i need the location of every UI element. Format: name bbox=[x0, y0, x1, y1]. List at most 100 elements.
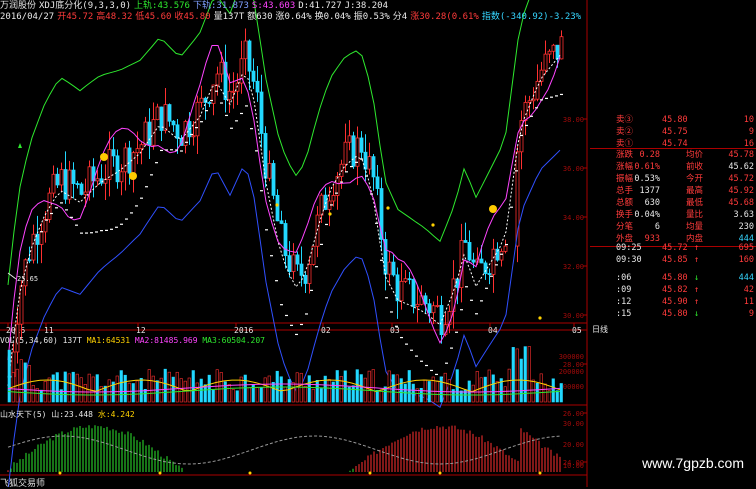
panel-separator bbox=[590, 148, 756, 149]
candle-body bbox=[199, 97, 204, 103]
candle-body bbox=[243, 40, 248, 60]
ask-row: 卖② 45.75 9 bbox=[590, 127, 756, 138]
tick-price: 45.90 bbox=[662, 297, 688, 307]
indicator-label: 山水天下(5) bbox=[0, 410, 47, 419]
stat-value: 45.78 bbox=[728, 150, 754, 160]
ask-label: 卖③ bbox=[616, 115, 634, 125]
stat-value: 45.62 bbox=[728, 162, 754, 172]
candle-body bbox=[55, 173, 60, 186]
candle-body bbox=[31, 233, 36, 261]
header-field: 2016/04/27 bbox=[0, 12, 55, 22]
price-axis-label: 32.00 bbox=[563, 263, 584, 271]
header-field: 下轨:31.873 bbox=[192, 1, 249, 11]
volume-bar bbox=[211, 389, 215, 403]
candle-body bbox=[251, 70, 256, 82]
candle-body bbox=[307, 264, 312, 284]
volume-bar bbox=[247, 387, 251, 403]
stat-label: 最低 bbox=[686, 198, 704, 208]
stat-label: 换手 bbox=[616, 210, 634, 220]
volume-bar bbox=[27, 365, 31, 403]
volume-bar bbox=[303, 385, 307, 403]
tick-volume: 11 bbox=[743, 297, 754, 307]
price-axis-label: 36.00 bbox=[563, 165, 584, 173]
candle-body bbox=[59, 169, 64, 186]
header-field: 额630 bbox=[247, 12, 273, 22]
stat-row: 总手 1377 最高 45.92 bbox=[590, 186, 756, 197]
stat-label: 今开 bbox=[686, 174, 704, 184]
candle-body bbox=[115, 155, 120, 183]
candle-body bbox=[387, 261, 392, 275]
header-field: 量137T bbox=[213, 12, 245, 22]
header-field: 分4 bbox=[392, 12, 408, 22]
candle-body bbox=[107, 149, 112, 180]
volume-bar bbox=[31, 385, 35, 403]
candle-body bbox=[463, 240, 468, 243]
stat-value: 630 bbox=[644, 198, 660, 208]
volume-bar bbox=[219, 372, 223, 403]
volume-bar bbox=[395, 374, 399, 403]
candle-body bbox=[171, 120, 176, 126]
volume-bar bbox=[439, 376, 443, 403]
signal-dot bbox=[275, 203, 279, 207]
volume-bar bbox=[231, 389, 235, 403]
stat-row: 分笔 6 均量 230 bbox=[590, 222, 756, 233]
header-field: 开45.72 bbox=[57, 12, 94, 22]
date-axis-label: 04 bbox=[488, 326, 498, 335]
candle-body bbox=[343, 141, 348, 165]
volume-bar bbox=[283, 386, 287, 403]
candle-body bbox=[231, 90, 236, 93]
candle-body bbox=[191, 135, 196, 138]
indicator-shui: 水:4.242 bbox=[97, 410, 135, 419]
signal-dot bbox=[158, 471, 162, 475]
header-field: 换0.04% bbox=[314, 12, 351, 22]
volume-bar bbox=[115, 375, 119, 403]
volume-bar bbox=[63, 371, 67, 403]
candle-body bbox=[123, 147, 128, 173]
volume-bar bbox=[555, 390, 559, 403]
tick-price: 45.72 bbox=[662, 243, 688, 253]
volume-bar bbox=[475, 371, 479, 403]
candle-body bbox=[287, 255, 292, 272]
stat-label: 量比 bbox=[686, 210, 704, 220]
up-arrow-icon bbox=[18, 143, 22, 148]
volume-bar bbox=[139, 377, 143, 403]
volume-bar bbox=[195, 382, 199, 403]
header-field: 涨30.28(0.61% bbox=[410, 12, 479, 22]
stat-label: 总手 bbox=[616, 186, 634, 196]
candle-body bbox=[19, 285, 24, 325]
header-field: 收45.80 bbox=[174, 12, 211, 22]
candle-body bbox=[255, 80, 260, 93]
stat-label: 均量 bbox=[686, 222, 704, 232]
stat-value: 3.63 bbox=[733, 210, 754, 220]
volume-bar bbox=[355, 369, 359, 403]
tick-arrow: ↑ bbox=[694, 285, 700, 295]
stat-row: 总额 630 最低 45.68 bbox=[590, 198, 756, 209]
volume-bar bbox=[227, 383, 231, 403]
volume-bar bbox=[123, 374, 127, 403]
candle-body bbox=[219, 61, 224, 75]
date-axis-label: 03 bbox=[390, 326, 400, 335]
volume-bar bbox=[263, 377, 267, 403]
candle-body bbox=[403, 278, 408, 282]
stat-label: 分笔 bbox=[616, 222, 634, 232]
volume-bar bbox=[79, 377, 83, 403]
candle-body bbox=[431, 305, 436, 314]
tick-arrow: ↓ bbox=[694, 309, 700, 319]
indicator-legend: 山水天下(5) 山:23.448 水:4.242 bbox=[0, 409, 135, 420]
indicator-line bbox=[7, 435, 561, 465]
volume-bar bbox=[155, 380, 159, 403]
tick-arrow: ↑ bbox=[694, 297, 700, 307]
candle-body bbox=[259, 91, 264, 134]
volume-bar bbox=[559, 383, 563, 403]
candle-body bbox=[163, 104, 168, 131]
candle-body bbox=[467, 242, 472, 261]
indicator-axis-label: 30.00 bbox=[563, 420, 584, 428]
volume-bar bbox=[367, 370, 371, 403]
signal-dot bbox=[431, 223, 435, 227]
signal-dot bbox=[248, 471, 252, 475]
header-field: 振0.53% bbox=[353, 12, 390, 22]
header-field: J:38.204 bbox=[344, 1, 388, 11]
header-field: 上轨:43.576 bbox=[134, 1, 190, 11]
tick-arrow: ↑ bbox=[694, 243, 700, 253]
tick-row: :06 45.80 ↓ 444 bbox=[590, 273, 756, 284]
